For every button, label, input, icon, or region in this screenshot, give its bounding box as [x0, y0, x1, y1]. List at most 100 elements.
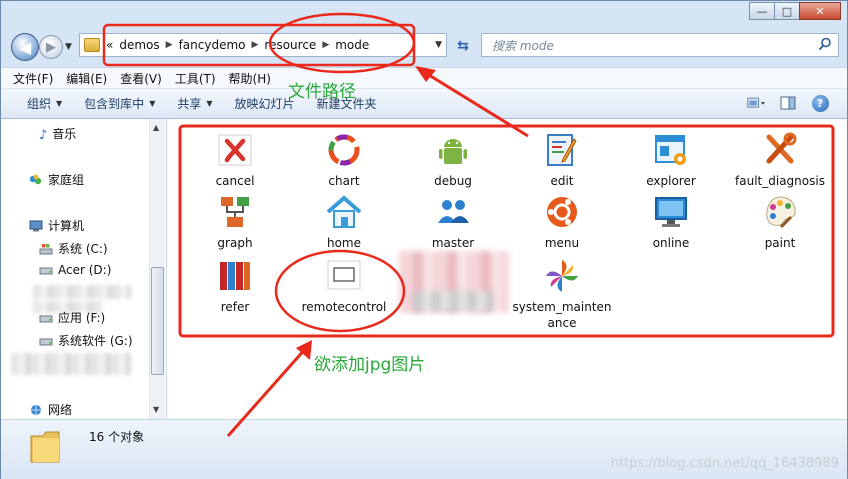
sidebar-item-computer[interactable]: 计算机: [29, 217, 84, 234]
file-label: cancel: [215, 174, 255, 188]
include-in-library-label: 包含到库中: [84, 97, 145, 111]
recent-pages-dropdown[interactable]: ▼: [65, 42, 72, 52]
windows-drive-icon: [39, 243, 53, 254]
slideshow-button[interactable]: 放映幻灯片: [235, 95, 295, 112]
annotation-add-jpg: 欲添加jpg图片: [314, 355, 426, 375]
file-item-graph[interactable]: graph: [180, 193, 290, 251]
file-item-home[interactable]: home: [289, 193, 399, 251]
books-icon: [220, 262, 250, 290]
view-icon: [747, 97, 765, 108]
navigation-pane: ♪ 音乐 家庭组 计算机 系统 (C:) Acer (D:) 应用 (F:) 系…: [1, 119, 167, 419]
blank-window-icon: [327, 260, 361, 290]
chevron-right-icon[interactable]: ▶: [166, 40, 173, 50]
file-item-master[interactable]: master: [398, 193, 508, 251]
file-item-debug[interactable]: debug: [398, 131, 508, 189]
breadcrumb-demos[interactable]: demos: [119, 38, 159, 52]
file-item-refer[interactable]: refer: [180, 257, 290, 315]
breadcrumb-resource[interactable]: resource: [264, 38, 316, 52]
menu-file[interactable]: 文件(F): [13, 70, 53, 87]
address-bar[interactable]: « demos ▶ fancydemo ▶ resource ▶ mode ▼: [79, 33, 447, 57]
breadcrumb-mode[interactable]: mode: [335, 38, 369, 52]
menu-edit[interactable]: 编辑(E): [66, 70, 107, 87]
blurred-item: [33, 285, 131, 299]
sidebar-item-label: 计算机: [48, 219, 85, 233]
include-in-library-button[interactable]: 包含到库中 ▼: [84, 95, 155, 112]
forward-button[interactable]: ▶: [39, 35, 63, 59]
file-item-remotecontrol[interactable]: remotecontrol: [289, 257, 399, 315]
file-label: fault_diagnosis: [735, 174, 825, 188]
file-item-cancel[interactable]: cancel: [180, 131, 290, 189]
toolbar-right: ?: [733, 94, 829, 112]
sidebar-item-label: 系统 (C:): [58, 242, 108, 256]
sidebar-item-network[interactable]: 网络: [29, 401, 72, 418]
watermark-text: https://blog.csdn.net/qq_16438989: [610, 456, 839, 471]
file-label: paint: [764, 236, 796, 250]
file-label: chart: [328, 174, 360, 188]
annotation-file-path: 文件路径: [288, 82, 356, 102]
sidebar-item-label: 系统软件 (G:): [58, 334, 133, 348]
address-dropdown-icon[interactable]: ▼: [435, 40, 442, 50]
chevron-down-icon: ▼: [56, 99, 63, 108]
chevron-right-icon[interactable]: ▶: [322, 40, 329, 50]
sidebar-scrollbar[interactable]: ▲ ▼: [149, 119, 165, 419]
share-button[interactable]: 共享 ▼: [177, 95, 212, 112]
sidebar-item-label: Acer (D:): [58, 263, 112, 277]
file-item-paint[interactable]: paint: [725, 193, 835, 251]
file-item-chart[interactable]: chart: [289, 131, 399, 189]
command-bar: 组织 ▼ 包含到库中 ▼ 共享 ▼ 放映幻灯片 新建文件夹 ?: [1, 89, 847, 119]
organize-label: 组织: [27, 97, 52, 111]
sidebar-item-music[interactable]: ♪ 音乐: [39, 125, 77, 143]
blurred-item: [11, 353, 131, 375]
scroll-up-icon[interactable]: ▲: [153, 123, 159, 132]
organize-button[interactable]: 组织 ▼: [27, 95, 62, 112]
arrow-left-icon: ◀: [18, 37, 32, 57]
sidebar-item-drive-g[interactable]: 系统软件 (G:): [39, 332, 133, 349]
chevron-down-icon: ▼: [206, 99, 213, 108]
file-label: master: [431, 236, 475, 250]
sidebar-item-drive-d[interactable]: Acer (D:): [39, 263, 111, 277]
sidebar-item-homegroup[interactable]: 家庭组: [29, 171, 84, 188]
file-item-explorer[interactable]: explorer: [616, 131, 726, 189]
file-label: edit: [550, 174, 574, 188]
view-options-button[interactable]: [747, 95, 765, 111]
scrollbar-thumb[interactable]: [151, 267, 164, 375]
monitor-icon: [655, 197, 687, 227]
file-item-fault-diagnosis[interactable]: fault_diagnosis: [725, 131, 835, 189]
back-button[interactable]: ◀: [11, 33, 39, 61]
file-label: refer: [220, 300, 250, 314]
breadcrumb-overflow[interactable]: «: [106, 38, 113, 52]
sidebar-item-label: 音乐: [52, 127, 77, 141]
ubuntu-menu-icon: [547, 197, 577, 227]
file-label: explorer: [646, 174, 696, 188]
file-label: debug: [434, 174, 472, 188]
search-input[interactable]: 搜索 mode: [492, 37, 554, 54]
minimize-button[interactable]: —: [749, 2, 775, 20]
file-item-system-maintenance[interactable]: system_mainten ance: [507, 257, 617, 331]
arrow-right-icon: ▶: [46, 39, 56, 55]
file-item-menu[interactable]: menu: [507, 193, 617, 251]
cancel-icon: [218, 134, 252, 166]
refresh-button[interactable]: ⇆: [453, 36, 473, 56]
breadcrumb-fancydemo[interactable]: fancydemo: [179, 38, 246, 52]
help-button[interactable]: ?: [811, 94, 829, 112]
maximize-button[interactable]: □: [774, 2, 800, 20]
network-icon: [31, 404, 41, 415]
file-item-online[interactable]: online: [616, 193, 726, 251]
menu-view[interactable]: 查看(V): [120, 70, 162, 87]
file-item-edit[interactable]: edit: [507, 131, 617, 189]
sidebar-item-drive-c[interactable]: 系统 (C:): [39, 240, 108, 257]
scroll-down-icon[interactable]: ▼: [153, 405, 159, 414]
search-box[interactable]: 搜索 mode: [481, 33, 839, 57]
paint-icon: [766, 196, 796, 229]
sidebar-item-drive-f[interactable]: 应用 (F:): [39, 309, 105, 326]
preview-pane-icon: [780, 96, 796, 110]
preview-pane-button[interactable]: [779, 95, 797, 111]
menu-tools[interactable]: 工具(T): [175, 70, 216, 87]
edit-icon: [547, 134, 577, 166]
search-icon[interactable]: [818, 37, 832, 51]
chevron-right-icon[interactable]: ▶: [251, 40, 258, 50]
blurred-file-label: [413, 291, 493, 311]
homegroup-icon: [29, 174, 42, 184]
close-button[interactable]: ✕: [799, 2, 841, 20]
menu-help[interactable]: 帮助(H): [229, 70, 271, 87]
